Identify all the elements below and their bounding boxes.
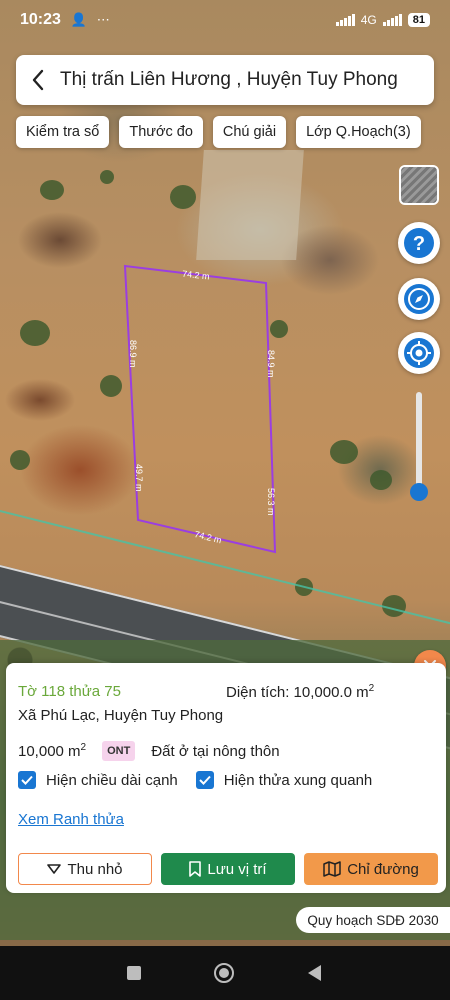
chip-check-book[interactable]: Kiểm tra sổ xyxy=(16,116,110,148)
status-bar: 10:23 👤 ⋯ 4G 81 xyxy=(0,0,450,40)
edge-label-bottom: 74.2 m xyxy=(193,529,222,545)
checkbox-neighbors-label: Hiện thửa xung quanh xyxy=(223,771,373,789)
home-icon[interactable] xyxy=(213,963,234,983)
directions-button[interactable]: Chỉ đường xyxy=(304,853,438,885)
triangle-down-icon xyxy=(47,864,62,874)
back-triangle-icon[interactable] xyxy=(307,964,323,982)
zoom-slider-thumb[interactable] xyxy=(410,483,428,501)
location-header[interactable]: Thị trấn Liên Hương , Huyện Tuy Phong xyxy=(16,55,434,105)
chip-planning-layers[interactable]: Lớp Q.Hoạch(3) xyxy=(296,116,421,148)
parcel-address: Xã Phú Lạc, Huyện Tuy Phong xyxy=(18,707,224,724)
my-location-button[interactable] xyxy=(398,332,440,374)
view-boundary-link[interactable]: Xem Ranh thửa xyxy=(18,811,124,828)
land-area: 10,000 m2 xyxy=(18,742,86,760)
edge-label-left-lower: 49.7 m xyxy=(134,464,144,492)
display-options: Hiện chiều dài cạnh Hiện thửa xung quanh xyxy=(18,771,372,789)
location-title: Thị trấn Liên Hương , Huyện Tuy Phong xyxy=(60,69,398,90)
parcel-id: Tờ 118 thửa 75 xyxy=(18,683,121,700)
chevron-left-icon xyxy=(32,69,44,91)
checkbox-checked-icon[interactable] xyxy=(18,771,36,789)
checkbox-edge-lengths-label: Hiện chiều dài cạnh xyxy=(46,771,178,789)
map-layer-toggle[interactable] xyxy=(399,165,439,205)
back-button[interactable] xyxy=(16,55,60,105)
help-button[interactable]: ? xyxy=(398,222,440,264)
parcel-boundary[interactable] xyxy=(123,264,277,554)
question-icon: ? xyxy=(404,228,434,258)
map-icon xyxy=(323,861,341,877)
battery-icon: 81 xyxy=(407,13,430,27)
land-area-text: 10,000 m xyxy=(18,743,81,760)
edge-label-top: 74.2 m xyxy=(182,269,210,282)
parcel-area: Diện tích: 10,000.0 m2 xyxy=(226,683,374,701)
edge-label-right-upper: 84.9 m xyxy=(266,350,276,378)
status-time: 10:23 xyxy=(20,11,61,28)
compass-icon xyxy=(404,284,434,314)
network-label: 4G xyxy=(360,13,377,27)
checkbox-neighbors[interactable]: Hiện thửa xung quanh xyxy=(195,771,373,789)
signal-icon-2 xyxy=(382,14,402,26)
directions-label: Chỉ đường xyxy=(347,860,419,878)
save-location-button[interactable]: Lưu vị trí xyxy=(161,853,295,885)
parcel-info-panel: Tờ 118 thửa 75 Diện tích: 10,000.0 m2 Xã… xyxy=(6,663,446,893)
minimize-button-label: Thu nhỏ xyxy=(67,860,123,878)
gps-target-icon xyxy=(404,338,434,368)
land-type: Đất ở tại nông thôn xyxy=(151,742,280,760)
minimize-button[interactable]: Thu nhỏ xyxy=(18,853,152,885)
svg-text:?: ? xyxy=(413,233,425,255)
signal-icon xyxy=(335,14,355,26)
land-use-row: 10,000 m2 ONT Đất ở tại nông thôn xyxy=(18,741,280,761)
checkbox-checked-icon[interactable] xyxy=(195,771,214,789)
panel-actions: Thu nhỏ Lưu vị trí Chỉ đường xyxy=(18,853,438,885)
compass-button[interactable] xyxy=(398,278,440,320)
land-code-badge: ONT xyxy=(102,741,136,761)
edge-label-left-upper: 86.9 m xyxy=(128,340,138,368)
notification-icons: 👤 ⋯ xyxy=(70,12,113,27)
land-area-unit-sup: 2 xyxy=(80,742,87,753)
status-right: 4G 81 xyxy=(335,13,430,27)
checkbox-edge-lengths[interactable]: Hiện chiều dài cạnh xyxy=(18,771,178,789)
chip-ruler[interactable]: Thước đo xyxy=(119,116,203,148)
edge-label-right-lower: 56.3 m xyxy=(266,488,276,516)
parcel-summary-row: Tờ 118 thửa 75 Diện tích: 10,000.0 m2 xyxy=(18,683,434,701)
parcel-area-unit-sup: 2 xyxy=(368,683,375,694)
save-location-label: Lưu vị trí xyxy=(207,860,267,878)
recent-apps-icon[interactable] xyxy=(126,966,141,980)
parcel-area-text: Diện tích: 10,000.0 m xyxy=(226,684,369,701)
map-toolbar: Kiểm tra sổ Thước đo Chú giải Lớp Q.Hoạc… xyxy=(16,116,421,148)
planning-layer-tag[interactable]: Quy hoạch SDĐ 2030 xyxy=(296,907,450,933)
system-nav-bar xyxy=(0,946,450,1000)
bookmark-icon xyxy=(189,861,202,877)
chip-legend[interactable]: Chú giải xyxy=(212,116,287,148)
